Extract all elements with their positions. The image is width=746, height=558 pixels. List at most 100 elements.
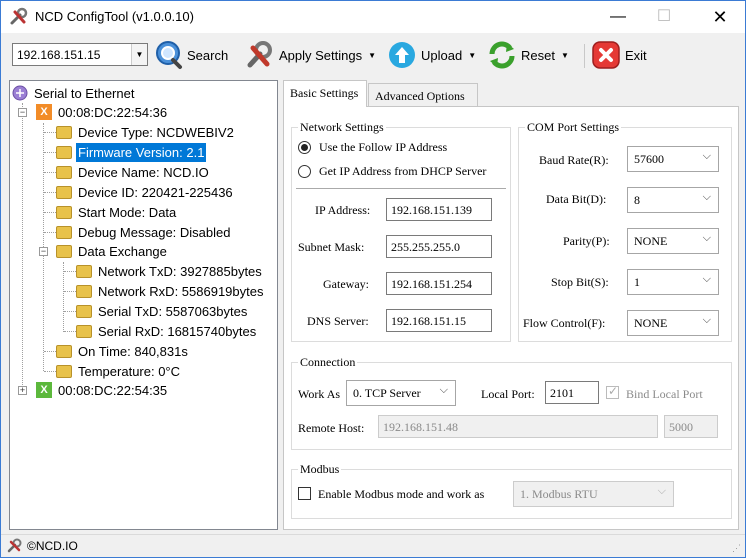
- search-button[interactable]: Search: [153, 38, 228, 72]
- flow-control-select[interactable]: NONE ⌵: [627, 310, 719, 336]
- tree-connector: [64, 291, 76, 292]
- collapse-icon[interactable]: −: [18, 108, 27, 117]
- data-bit-select[interactable]: 8 ⌵: [627, 187, 719, 213]
- apply-settings-button[interactable]: Apply Settings ▼: [245, 38, 376, 72]
- gateway-label: Gateway:: [323, 277, 369, 291]
- tree-connector: [64, 311, 76, 312]
- chevron-down-icon: ⌵: [702, 191, 711, 203]
- folder-icon: [76, 265, 92, 278]
- tree-connector: [22, 103, 23, 393]
- remote-port-field[interactable]: 5000: [664, 415, 718, 438]
- device-tree[interactable]: Serial to Ethernet − X 00:08:DC:22:54:36…: [9, 80, 278, 530]
- local-port-field[interactable]: 2101: [545, 381, 599, 404]
- combo-dropdown-icon[interactable]: ▼: [131, 44, 147, 65]
- close-button[interactable]: ✕: [697, 1, 743, 33]
- apply-settings-label: Apply Settings: [279, 47, 363, 63]
- folder-icon: [56, 186, 72, 199]
- data-bit-value: 8: [634, 193, 640, 207]
- gateway-field[interactable]: 192.168.151.254: [386, 272, 492, 295]
- remote-host-label: Remote Host:: [298, 421, 365, 435]
- parity-select[interactable]: NONE ⌵: [627, 228, 719, 254]
- search-icon: [156, 41, 182, 69]
- group-title: Connection: [298, 355, 358, 370]
- modbus-mode-select[interactable]: 1. Modbus RTU ⌵: [513, 481, 674, 507]
- exit-label: Exit: [625, 47, 647, 63]
- work-as-value: 0. TCP Server: [353, 386, 421, 400]
- upload-button[interactable]: Upload ▼: [387, 38, 476, 72]
- toolbar: 192.168.151.15 ▼ Search Apply Settings ▼: [1, 35, 745, 75]
- tree-connector: [63, 262, 64, 332]
- bind-local-port-checkbox[interactable]: [606, 384, 619, 399]
- folder-icon: [76, 325, 92, 338]
- remote-host-field[interactable]: 192.168.151.48: [378, 415, 658, 438]
- parity-value: NONE: [634, 234, 668, 248]
- reset-button[interactable]: Reset ▼: [487, 38, 569, 72]
- ip-address-label: IP Address:: [315, 203, 371, 217]
- ip-address-value: 192.168.151.15: [17, 48, 101, 62]
- maximize-button[interactable]: ☐: [641, 1, 687, 33]
- network-icon: [12, 85, 28, 101]
- chevron-down-icon: ⌵: [439, 384, 448, 396]
- connection-group: Connection Work As 0. TCP Server ⌵ Local…: [291, 355, 732, 450]
- tab-page-basic-settings: Network Settings Use the Follow IP Addre…: [283, 106, 739, 530]
- tree-node-label: Device ID: 220421-225436: [78, 185, 233, 200]
- bind-local-port-label: Bind Local Port: [626, 387, 703, 401]
- flow-control-label: Flow Control(F):: [523, 316, 606, 330]
- chevron-down-icon[interactable]: ▼: [561, 51, 569, 60]
- tree-connector: [44, 212, 56, 213]
- tree-node-label: Serial RxD: 16815740bytes: [98, 324, 257, 339]
- upload-icon: [389, 42, 415, 68]
- folder-icon: [56, 365, 72, 378]
- reset-label: Reset: [521, 47, 555, 63]
- dns-server-field[interactable]: 192.168.151.15: [386, 309, 492, 332]
- minimize-button[interactable]: —: [595, 1, 641, 33]
- tools-icon: [7, 538, 22, 553]
- search-label: Search: [187, 47, 229, 63]
- tools-icon: [247, 41, 272, 68]
- collapse-icon[interactable]: −: [39, 247, 48, 256]
- modbus-group: Modbus Enable Modbus mode and work as 1.…: [291, 462, 732, 519]
- resize-grip-icon[interactable]: ⋰: [732, 543, 741, 554]
- folder-icon: [56, 166, 72, 179]
- subnet-mask-label: Subnet Mask:: [298, 240, 365, 254]
- chevron-down-icon: ⌵: [657, 485, 666, 497]
- chevron-down-icon[interactable]: ▼: [468, 51, 476, 60]
- folder-icon: [56, 345, 72, 358]
- tree-connector: [44, 172, 56, 173]
- enable-modbus-checkbox[interactable]: [298, 487, 311, 500]
- tree-node-label: On Time: 840,831s: [78, 344, 188, 359]
- chevron-down-icon: ⌵: [702, 232, 711, 244]
- ip-address-combo[interactable]: 192.168.151.15 ▼: [12, 43, 148, 66]
- local-port-label: Local Port:: [481, 387, 535, 401]
- upload-label: Upload: [421, 47, 463, 63]
- stop-bit-select[interactable]: 1 ⌵: [627, 269, 719, 295]
- use-dhcp-radio[interactable]: [298, 165, 311, 178]
- wrench-screwdriver-icon: [10, 7, 28, 25]
- chevron-down-icon: ⌵: [702, 273, 711, 285]
- tree-connector: [44, 132, 56, 133]
- modbus-mode-value: 1. Modbus RTU: [520, 487, 598, 501]
- tree-connector: [44, 351, 56, 352]
- baud-rate-select[interactable]: 57600 ⌵: [627, 146, 719, 172]
- device-offline-icon: X: [36, 104, 52, 120]
- tree-node-label: Device Type: NCDWEBIV2: [78, 125, 234, 140]
- tree-connector: [64, 331, 76, 332]
- subnet-mask-field[interactable]: 255.255.255.0: [386, 235, 492, 258]
- toolbar-separator: [584, 44, 585, 68]
- divider: [296, 188, 506, 189]
- dns-server-label: DNS Server:: [307, 314, 369, 328]
- exit-button[interactable]: Exit: [591, 38, 647, 72]
- window-title: NCD ConfigTool (v1.0.0.10): [35, 9, 194, 24]
- title-bar: NCD ConfigTool (v1.0.0.10) — ☐ ✕: [1, 1, 745, 33]
- refresh-icon: [489, 41, 515, 69]
- use-follow-ip-radio[interactable]: [298, 141, 311, 154]
- work-as-select[interactable]: 0. TCP Server ⌵: [346, 380, 456, 406]
- group-title: Network Settings: [298, 120, 386, 135]
- ip-address-field[interactable]: 192.168.151.139: [386, 198, 492, 221]
- expand-icon[interactable]: +: [18, 386, 27, 395]
- chevron-down-icon[interactable]: ▼: [368, 51, 376, 60]
- tab-basic-settings[interactable]: Basic Settings: [283, 80, 367, 107]
- group-title: COM Port Settings: [525, 120, 622, 135]
- tab-advanced-options[interactable]: Advanced Options: [368, 83, 478, 106]
- tree-node-label: Debug Message: Disabled: [78, 225, 231, 240]
